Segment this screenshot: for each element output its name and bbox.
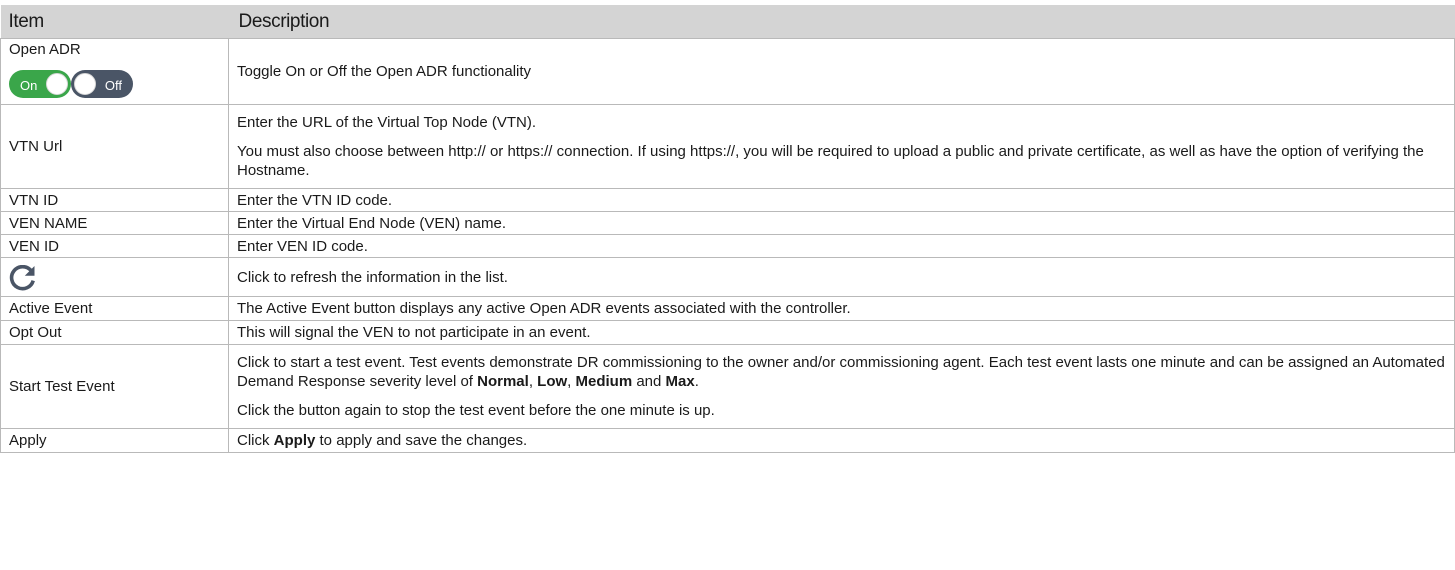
description-vtn-url-1: Enter the URL of the Virtual Top Node (V… bbox=[237, 114, 537, 131]
description-apply-text: Click bbox=[237, 432, 274, 449]
toggle-off-label: Off bbox=[104, 77, 122, 93]
description-vtn-url: Enter the URL of the Virtual Top Node (V… bbox=[228, 104, 1455, 189]
description-open-adr: Toggle On or Off the Open ADR functional… bbox=[228, 38, 1455, 105]
table-row-vtn-id: VTN ID Enter the VTN ID code. bbox=[0, 188, 1455, 212]
description-ven-id: Enter VEN ID code. bbox=[228, 234, 1455, 258]
description-start-test-event-text: Click to start a test event. Test events… bbox=[237, 354, 1445, 390]
toggle-group: On Off bbox=[9, 69, 220, 98]
item-opt-out: Opt Out bbox=[0, 320, 229, 345]
description-start-test-event-1: Click to start a test event. Test events… bbox=[237, 353, 1446, 391]
table-row-opt-out: Opt Out This will signal the VEN to not … bbox=[0, 320, 1455, 345]
description-table: Item Description Open ADR On Off Toggle … bbox=[0, 0, 1455, 453]
table-row-open-adr: Open ADR On Off Toggle On or Off the Ope… bbox=[0, 38, 1455, 105]
description-start-test-event: Click to start a test event. Test events… bbox=[228, 344, 1455, 429]
toggle-knob bbox=[74, 72, 96, 95]
sentence-end: . bbox=[694, 373, 699, 390]
separator: and bbox=[632, 373, 666, 390]
table-row-apply: Apply Click Apply to apply and save the … bbox=[0, 428, 1455, 453]
item-start-test-event: Start Test Event bbox=[0, 344, 229, 429]
table-row-refresh: Click to refresh the information in the … bbox=[0, 257, 1455, 297]
description-start-test-event-2: Click the button again to stop the test … bbox=[237, 402, 715, 419]
description-apply-text-end: to apply and save the changes. bbox=[315, 432, 528, 449]
description-ven-name: Enter the Virtual End Node (VEN) name. bbox=[228, 211, 1455, 235]
description-active-event: The Active Event button displays any act… bbox=[228, 296, 1455, 321]
item-ven-name: VEN NAME bbox=[0, 211, 229, 235]
description-vtn-url-2: You must also choose between http:// or … bbox=[237, 143, 1424, 179]
description-vtn-id: Enter the VTN ID code. bbox=[228, 188, 1455, 212]
item-vtn-url: VTN Url bbox=[0, 104, 229, 189]
table-header-row: Item Description bbox=[0, 0, 1455, 39]
severity-normal: Normal bbox=[477, 373, 529, 390]
table-row-active-event: Active Event The Active Event button dis… bbox=[0, 296, 1455, 321]
item-open-adr: Open ADR bbox=[9, 40, 81, 58]
table-row-start-test-event: Start Test Event Click to start a test e… bbox=[0, 344, 1455, 429]
item-ven-id: VEN ID bbox=[0, 234, 229, 258]
description-refresh: Click to refresh the information in the … bbox=[228, 257, 1455, 297]
toggle-on-label: On bbox=[20, 77, 38, 93]
apply-emphasis: Apply bbox=[273, 432, 316, 449]
header-description: Description bbox=[228, 0, 1455, 39]
item-cell: Open ADR On Off bbox=[0, 38, 229, 105]
description-apply: Click Apply to apply and save the change… bbox=[228, 428, 1455, 453]
toggle-knob bbox=[46, 72, 68, 95]
item-apply: Apply bbox=[0, 428, 229, 453]
separator: , bbox=[528, 373, 538, 390]
item-active-event: Active Event bbox=[0, 296, 229, 321]
severity-max: Max bbox=[665, 373, 695, 390]
toggle-off-switch[interactable]: Off bbox=[71, 69, 133, 98]
table-row-vtn-url: VTN Url Enter the URL of the Virtual Top… bbox=[0, 104, 1455, 189]
table-row-ven-name: VEN NAME Enter the Virtual End Node (VEN… bbox=[0, 211, 1455, 235]
severity-medium: Medium bbox=[575, 373, 633, 390]
table-row-ven-id: VEN ID Enter VEN ID code. bbox=[0, 234, 1455, 258]
description-opt-out: This will signal the VEN to not particip… bbox=[228, 320, 1455, 345]
header-item: Item bbox=[0, 0, 229, 39]
separator: , bbox=[567, 373, 576, 390]
severity-low: Low bbox=[537, 373, 568, 390]
toggle-on-switch[interactable]: On bbox=[9, 69, 71, 98]
item-refresh bbox=[0, 257, 229, 297]
item-vtn-id: VTN ID bbox=[0, 188, 229, 212]
refresh-icon[interactable] bbox=[9, 265, 37, 291]
